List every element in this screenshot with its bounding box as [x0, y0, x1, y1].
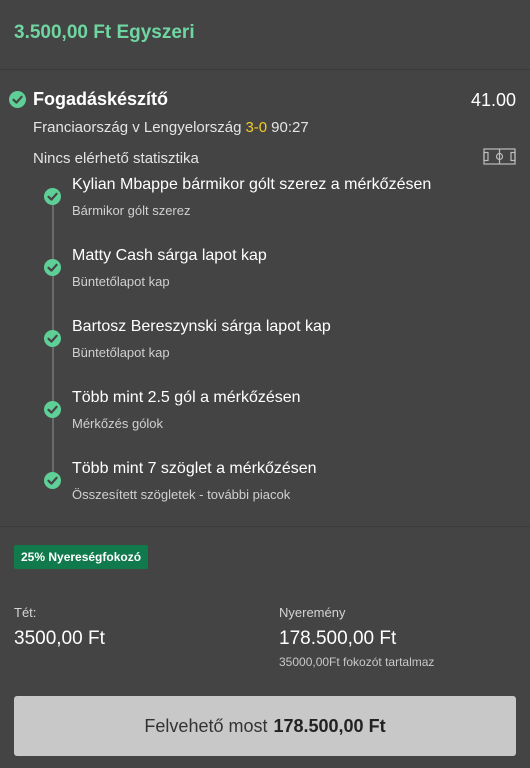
check-circle-icon [44, 401, 61, 418]
leg-title: Kylian Mbappe bármikor gólt szerez a mér… [72, 176, 432, 193]
bet-header: 3.500,00 Ft Egyszeri [0, 0, 530, 70]
check-circle-icon [44, 188, 61, 205]
match-time: 90:27 [271, 119, 309, 136]
check-circle-icon [9, 91, 26, 108]
leg-market: Összesített szögletek - további piacok [72, 487, 291, 502]
match-info: Franciaország v Lengyelország 3-0 90:27 [33, 119, 309, 136]
cashout-button[interactable]: Felvehető most 178.500,00 Ft [14, 696, 516, 756]
bet-header-title: 3.500,00 Ft Egyszeri [14, 22, 195, 43]
bet-odds: 41.00 [470, 90, 516, 110]
bet-type-label: Fogadáskészítő [33, 89, 169, 109]
match-score: 3-0 [245, 119, 268, 136]
stake-label: Tét: [14, 605, 37, 620]
match-name: Franciaország v Lengyelország [33, 119, 242, 136]
bet-leg: Kylian Mbappe bármikor gólt szerez a mér… [0, 176, 530, 226]
boost-included-note: 35000,00Ft fokozót tartalmaz [279, 655, 435, 669]
bet-leg: Matty Cash sárga lapot kap Büntetőlapot … [0, 247, 530, 297]
bet-leg: Több mint 2.5 gól a mérkőzésen Mérkőzés … [0, 389, 530, 439]
returns-label: Nyeremény [279, 605, 346, 620]
football-pitch-icon[interactable] [483, 148, 516, 165]
leg-title: Bartosz Bereszynski sárga lapot kap [72, 318, 331, 335]
returns-value: 178.500,00 Ft [279, 628, 397, 649]
bet-leg: Több mint 7 szöglet a mérkőzésen Összesí… [0, 460, 530, 510]
leg-title: Matty Cash sárga lapot kap [72, 247, 267, 264]
leg-title: Több mint 2.5 gól a mérkőzésen [72, 389, 301, 406]
check-circle-icon [44, 259, 61, 276]
stake-value: 3500,00 Ft [14, 628, 105, 649]
leg-title: Több mint 7 szöglet a mérkőzésen [72, 460, 317, 477]
stats-unavailable-text: Nincs elérhető statisztika [33, 150, 199, 167]
check-circle-icon [44, 472, 61, 489]
bet-leg: Bartosz Bereszynski sárga lapot kap Bünt… [0, 318, 530, 368]
leg-market: Büntetőlapot kap [72, 345, 170, 360]
leg-market: Bármikor gólt szerez [72, 203, 191, 218]
leg-market: Mérkőzés gólok [72, 416, 164, 431]
cashout-label: Felvehető most [144, 715, 268, 736]
cashout-amount: 178.500,00 Ft [273, 715, 386, 736]
check-circle-icon [44, 330, 61, 347]
leg-market: Büntetőlapot kap [72, 274, 170, 289]
profit-boost-badge: 25% Nyereségfokozó [14, 545, 149, 569]
section-divider [0, 526, 530, 527]
